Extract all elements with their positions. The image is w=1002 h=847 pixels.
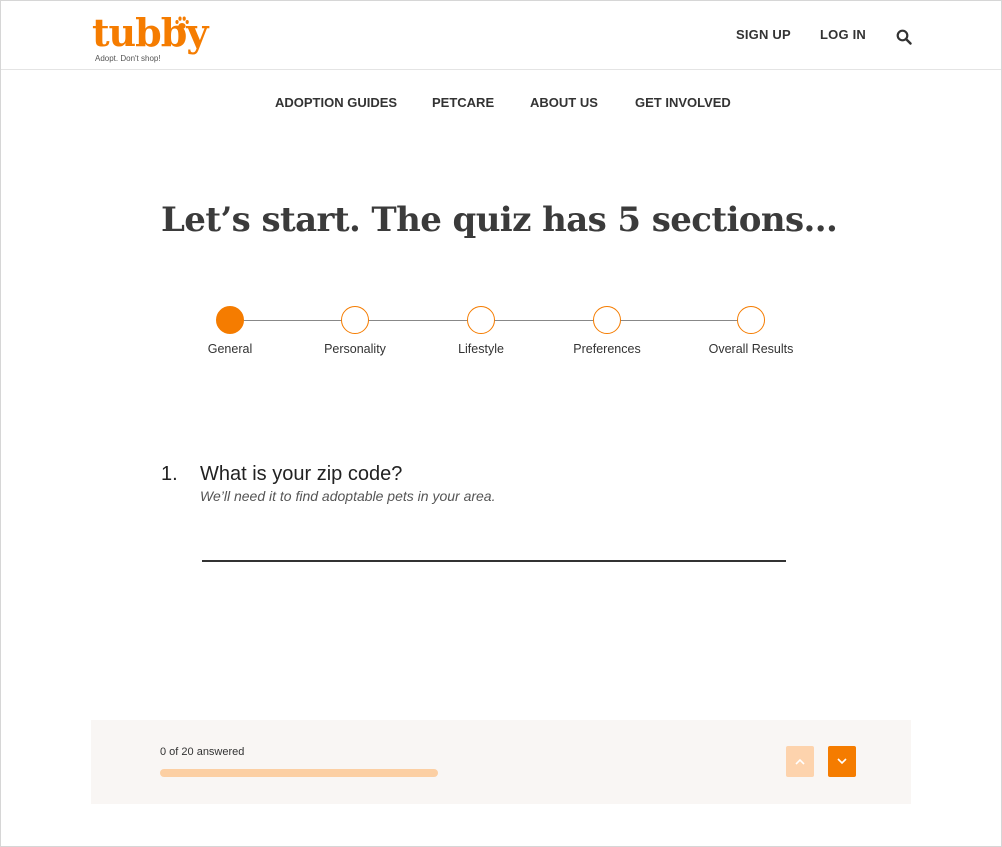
step-dot-preferences[interactable]: [593, 306, 621, 334]
nav-about-us[interactable]: ABOUT US: [530, 95, 598, 110]
question-hint: We’ll need it to find adoptable pets in …: [200, 488, 496, 504]
next-question-button[interactable]: [828, 746, 856, 777]
question-text: What is your zip code?: [200, 463, 403, 485]
progress-bar: [160, 769, 438, 777]
step-dot-general[interactable]: [216, 306, 244, 334]
progress-panel: 0 of 20 answered: [91, 720, 911, 804]
sign-up-link[interactable]: SIGN UP: [736, 27, 791, 42]
chevron-up-icon: [795, 758, 805, 765]
site-header: tubby Adopt. Don't shop! SIGN UP LOG IN: [1, 1, 1001, 70]
nav-adoption-guides[interactable]: ADOPTION GUIDES: [275, 95, 397, 110]
log-in-link[interactable]: LOG IN: [820, 27, 866, 42]
zip-code-input[interactable]: [202, 532, 786, 562]
search-icon[interactable]: [896, 29, 912, 45]
paw-icon: [175, 16, 189, 29]
step-label-overall-results: Overall Results: [708, 342, 794, 356]
step-label-preferences: Preferences: [573, 342, 641, 356]
progress-count: 0 of 20 answered: [160, 746, 245, 758]
nav-get-involved[interactable]: GET INVOLVED: [635, 95, 731, 110]
question-number: 1.: [161, 463, 178, 485]
step-label-general: General: [207, 342, 253, 356]
page-title: Let’s start. The quiz has 5 sections...: [161, 200, 838, 240]
nav-petcare[interactable]: PETCARE: [432, 95, 494, 110]
step-dot-lifestyle[interactable]: [467, 306, 495, 334]
step-label-personality: Personality: [324, 342, 386, 356]
logo[interactable]: tubby Adopt. Don't shop!: [92, 11, 222, 67]
step-label-lifestyle: Lifestyle: [458, 342, 504, 356]
step-dot-personality[interactable]: [341, 306, 369, 334]
step-dot-overall-results[interactable]: [737, 306, 765, 334]
previous-question-button[interactable]: [786, 746, 814, 777]
logo-tagline: Adopt. Don't shop!: [95, 54, 161, 63]
chevron-down-icon: [837, 758, 847, 765]
logo-wordmark: tubby: [92, 10, 208, 55]
